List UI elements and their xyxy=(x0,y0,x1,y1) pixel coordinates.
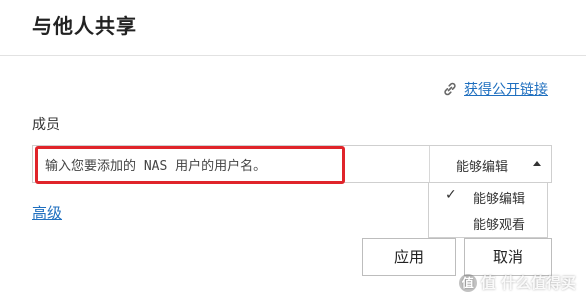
public-link-label[interactable]: 获得公开链接 xyxy=(464,79,548,99)
watermark: 值 值 什么值得买 xyxy=(458,272,576,293)
permission-option-edit[interactable]: ✓ 能够编辑 xyxy=(429,185,547,209)
members-label: 成员 xyxy=(32,117,60,133)
member-input-row: 输入您要添加的 NAS 用户的用户名。 能够编辑 xyxy=(32,145,552,184)
caret-up-icon xyxy=(533,161,541,166)
title-divider xyxy=(0,55,586,56)
watermark-text: 值 什么值得买 xyxy=(480,274,576,292)
option-label: 能够观看 xyxy=(473,218,526,233)
get-public-link[interactable]: 获得公开链接 xyxy=(442,79,548,99)
cancel-button[interactable]: 取消 xyxy=(464,238,552,276)
permission-selected-value: 能够编辑 xyxy=(456,160,509,175)
link-icon xyxy=(442,81,458,97)
dialog-title: 与他人共享 xyxy=(32,14,137,38)
checkmark-icon: ✓ xyxy=(445,187,457,203)
permission-option-view[interactable]: 能够观看 xyxy=(429,211,547,235)
username-placeholder: 输入您要添加的 NAS 用户的用户名。 xyxy=(45,159,267,174)
permission-dropdown: ✓ 能够编辑 能够观看 xyxy=(428,183,548,238)
watermark-logo: 值 xyxy=(458,273,477,292)
advanced-link[interactable]: 高级 xyxy=(32,202,62,223)
share-dialog: 与他人共享 获得公开链接 成员 输入您要添加的 NAS 用户的用户名。 能够编辑… xyxy=(0,0,586,297)
option-label: 能够编辑 xyxy=(473,192,526,207)
apply-button[interactable]: 应用 xyxy=(362,238,456,276)
permission-select[interactable]: 能够编辑 xyxy=(429,146,551,182)
